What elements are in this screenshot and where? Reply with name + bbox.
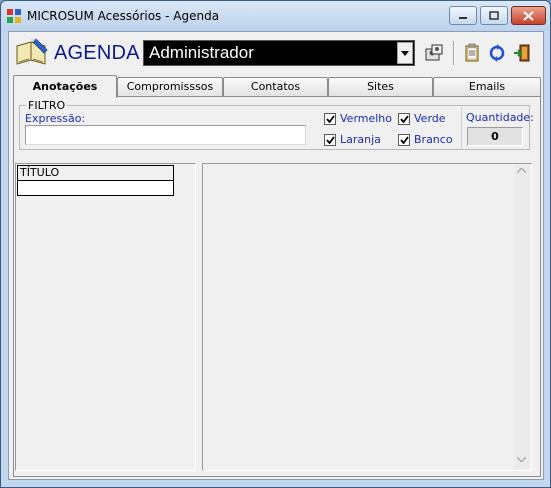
color-filter-group: Vermelho Verde Laranja Branco: [318, 105, 461, 150]
app-window: MICROSUM Acessórios - Agenda AGENDA Admi…: [0, 0, 551, 488]
checkbox-branco[interactable]: Branco: [398, 133, 453, 146]
maximize-icon: [489, 11, 499, 20]
window-title: MICROSUM Acessórios - Agenda: [27, 9, 220, 23]
quantity-group: Quantidade: 0: [461, 105, 534, 150]
book-pen-icon: [16, 38, 48, 65]
note-content-area[interactable]: [202, 163, 532, 471]
expression-input[interactable]: [25, 125, 306, 145]
checkmark-icon: [399, 135, 409, 144]
users-config-button[interactable]: [422, 41, 446, 65]
checkbox-label: Branco: [414, 133, 453, 146]
toolbar-separator: [453, 41, 455, 65]
checkbox-verde[interactable]: Verde: [398, 112, 446, 125]
minimize-button[interactable]: [449, 6, 477, 25]
header-toolbar: AGENDA Administrador: [12, 35, 540, 71]
checkbox-box[interactable]: [324, 112, 336, 125]
maximize-button[interactable]: [480, 6, 508, 25]
checkbox-laranja[interactable]: Laranja: [324, 133, 381, 146]
checkbox-vermelho[interactable]: Vermelho: [324, 112, 392, 125]
tab-sites[interactable]: Sites: [328, 77, 433, 97]
filter-group: FILTRO Expressão:: [19, 99, 318, 150]
checkbox-label: Laranja: [340, 133, 381, 146]
user-select[interactable]: Administrador: [143, 40, 415, 66]
clipboard-icon: [465, 43, 479, 62]
notes-list-panel: TÍTULO: [15, 163, 196, 471]
tab-strip: Anotações Compromisssos Contatos Sites E…: [13, 75, 541, 98]
refresh-button[interactable]: [485, 41, 509, 65]
checkbox-label: Vermelho: [340, 112, 393, 125]
filter-legend: FILTRO: [26, 99, 68, 112]
exit-button[interactable]: [510, 41, 534, 65]
user-select-dropdown-button[interactable]: [397, 42, 413, 64]
tab-panel-anotacoes: FILTRO Expressão: Vermelho Verde Laranja: [13, 96, 541, 477]
checkmark-icon: [325, 135, 335, 144]
tab-emails[interactable]: Emails: [433, 77, 541, 97]
checkbox-box[interactable]: [324, 133, 336, 146]
quantity-value: 0: [467, 127, 523, 146]
tab-anotacoes[interactable]: Anotações: [13, 75, 117, 98]
column-header-titulo[interactable]: TÍTULO: [18, 166, 173, 181]
checkmark-icon: [399, 114, 409, 123]
vertical-scrollbar[interactable]: [514, 165, 530, 469]
tab-compromissos[interactable]: Compromisssos: [117, 77, 223, 97]
user-select-value: Administrador: [149, 43, 254, 62]
app-icon: [7, 9, 21, 23]
users-config-icon: [425, 44, 443, 61]
app-label: AGENDA: [54, 42, 140, 64]
checkmark-icon: [325, 114, 335, 123]
scroll-up-icon[interactable]: [516, 167, 527, 177]
client-area: AGENDA Administrador Anotações Compromis…: [8, 31, 544, 480]
checkbox-box[interactable]: [398, 112, 410, 125]
notes-grid[interactable]: TÍTULO: [17, 165, 174, 196]
dropdown-arrow-icon: [401, 50, 409, 56]
tab-contatos[interactable]: Contatos: [223, 77, 328, 97]
exit-door-icon: [514, 44, 530, 62]
refresh-icon: [489, 44, 505, 62]
checkbox-box[interactable]: [398, 133, 410, 146]
minimize-icon: [459, 16, 467, 19]
close-icon: [523, 10, 534, 21]
expression-label: Expressão:: [25, 112, 86, 125]
quantity-label: Quantidade:: [466, 111, 534, 124]
scroll-down-icon[interactable]: [516, 455, 527, 465]
title-bar[interactable]: MICROSUM Acessórios - Agenda: [1, 1, 550, 31]
notes-button[interactable]: [460, 41, 484, 65]
close-button[interactable]: [511, 6, 546, 25]
checkbox-label: Verde: [414, 112, 446, 125]
